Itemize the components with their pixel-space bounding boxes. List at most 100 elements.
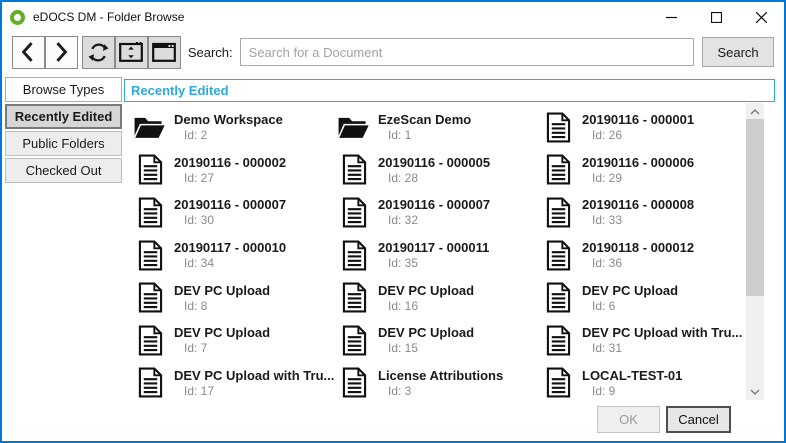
item-name: 20190118 - 000012 (582, 240, 694, 255)
list-item[interactable]: 20190116 - 000006 Id: 29 (539, 149, 745, 192)
maximize-button[interactable] (694, 2, 739, 32)
item-id: Id: 30 (174, 213, 286, 227)
forward-button[interactable] (45, 36, 78, 69)
item-id: Id: 34 (174, 256, 286, 270)
item-name: 20190117 - 000011 (378, 240, 489, 255)
list-item[interactable]: DEV PC Upload Id: 15 (335, 319, 539, 362)
results-list: Demo Workspace Id: 2 (124, 103, 775, 400)
list-item[interactable]: 20190116 - 000001 Id: 26 (539, 106, 745, 149)
item-id: Id: 7 (174, 341, 270, 355)
item-id: Id: 26 (582, 128, 694, 142)
close-button[interactable] (739, 2, 784, 32)
scroll-down-button[interactable] (746, 383, 764, 400)
list-item[interactable]: LOCAL-TEST-01 Id: 9 (539, 362, 745, 400)
list-item[interactable]: DEV PC Upload Id: 7 (131, 319, 335, 362)
list-item[interactable]: Demo Workspace Id: 2 (131, 106, 335, 149)
item-name: DEV PC Upload (174, 325, 270, 340)
list-item[interactable]: 20190118 - 000012 Id: 36 (539, 234, 745, 277)
window-split-icon (119, 42, 143, 62)
sidebar-tab[interactable]: Public Folders (5, 131, 122, 156)
item-name: 20190116 - 000007 (378, 197, 490, 212)
split-view-button[interactable] (115, 36, 148, 69)
item-name: DEV PC Upload (378, 325, 474, 340)
ok-button[interactable]: OK (597, 406, 660, 433)
item-id: Id: 29 (582, 171, 694, 185)
list-item[interactable]: 20190117 - 000011 Id: 35 (335, 234, 539, 277)
cancel-button[interactable]: Cancel (666, 406, 731, 433)
sidebar-tab[interactable]: Browse Types (5, 77, 122, 102)
list-item[interactable]: DEV PC Upload Id: 6 (539, 276, 745, 319)
item-id: Id: 8 (174, 299, 270, 313)
window-icon (152, 42, 176, 62)
list-item[interactable]: 20190116 - 000008 Id: 33 (539, 191, 745, 234)
document-icon (335, 367, 373, 398)
content-header: Recently Edited (124, 79, 775, 102)
chevron-down-icon (750, 389, 760, 395)
list-item[interactable]: 20190116 - 000007 Id: 32 (335, 191, 539, 234)
item-id: Id: 28 (378, 171, 490, 185)
item-id: Id: 31 (582, 341, 742, 355)
item-id: Id: 16 (378, 299, 474, 313)
chevron-left-icon (20, 41, 36, 63)
full-view-button[interactable] (148, 36, 181, 69)
refresh-icon (87, 41, 110, 64)
document-icon (335, 240, 373, 271)
document-icon (335, 154, 373, 185)
scroll-up-button[interactable] (746, 103, 764, 120)
results-grid: Demo Workspace Id: 2 (124, 103, 745, 400)
item-id: Id: 3 (378, 384, 503, 398)
folder-icon (335, 114, 373, 141)
scrollbar-track[interactable] (746, 103, 764, 400)
document-icon (131, 325, 169, 356)
item-id: Id: 17 (174, 384, 334, 398)
document-icon (131, 367, 169, 398)
item-name: 20190116 - 000008 (582, 197, 694, 212)
item-id: Id: 32 (378, 213, 490, 227)
item-id: Id: 9 (582, 384, 682, 398)
maximize-icon (711, 12, 722, 23)
item-name: DEV PC Upload (378, 283, 474, 298)
document-icon (335, 197, 373, 228)
list-item[interactable]: 20190117 - 000010 Id: 34 (131, 234, 335, 277)
document-icon (539, 367, 577, 398)
item-name: 20190116 - 000001 (582, 112, 694, 127)
dialog-window: eDOCS DM - Folder Browse (0, 0, 786, 443)
minimize-button[interactable] (649, 2, 694, 32)
back-button[interactable] (12, 36, 45, 69)
item-name: EzeScan Demo (378, 112, 471, 127)
document-icon (131, 282, 169, 313)
document-icon (131, 197, 169, 228)
scrollbar-thumb[interactable] (746, 119, 764, 296)
document-icon (539, 197, 577, 228)
sidebar-tab[interactable]: Recently Edited (5, 104, 122, 129)
search-button[interactable]: Search (702, 37, 774, 67)
list-item[interactable]: 20190116 - 000002 Id: 27 (131, 149, 335, 192)
item-name: Demo Workspace (174, 112, 283, 127)
list-item[interactable]: DEV PC Upload with Tru... Id: 17 (131, 362, 335, 400)
item-id: Id: 1 (378, 128, 471, 142)
list-item[interactable]: DEV PC Upload Id: 16 (335, 276, 539, 319)
window-controls (649, 2, 784, 32)
list-item[interactable]: 20190116 - 000005 Id: 28 (335, 149, 539, 192)
document-icon (539, 112, 577, 143)
refresh-button[interactable] (82, 36, 115, 69)
search-input[interactable] (240, 38, 694, 66)
chevron-right-icon (53, 41, 69, 63)
list-item[interactable]: DEV PC Upload with Tru... Id: 31 (539, 319, 745, 362)
list-item[interactable]: EzeScan Demo Id: 1 (335, 106, 539, 149)
item-name: DEV PC Upload (582, 283, 678, 298)
document-icon (539, 282, 577, 313)
list-item[interactable]: DEV PC Upload Id: 8 (131, 276, 335, 319)
close-icon (756, 12, 767, 23)
document-icon (539, 325, 577, 356)
window-title: eDOCS DM - Folder Browse (33, 10, 184, 24)
title-bar: eDOCS DM - Folder Browse (2, 2, 784, 32)
list-item[interactable]: 20190116 - 000007 Id: 30 (131, 191, 335, 234)
item-name: 20190116 - 000002 (174, 155, 286, 170)
document-icon (539, 240, 577, 271)
list-item[interactable]: License Attributions Id: 3 (335, 362, 539, 400)
sidebar: Browse Types Recently Edited Public Fold… (5, 77, 122, 185)
sidebar-tab[interactable]: Checked Out (5, 158, 122, 183)
document-icon (131, 154, 169, 185)
item-name: 20190117 - 000010 (174, 240, 286, 255)
